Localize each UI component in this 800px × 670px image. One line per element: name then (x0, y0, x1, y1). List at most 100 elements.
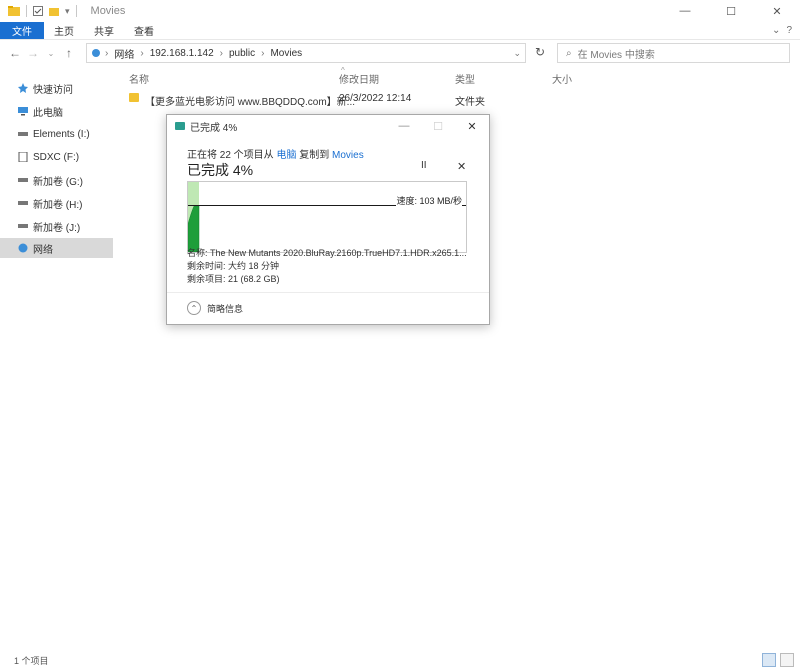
file-row[interactable]: 【更多蓝光电影访问 www.BBQDDQ.com】新... 26/3/2022 … (113, 88, 800, 108)
breadcrumb-host[interactable]: 192.168.1.142 (150, 48, 214, 59)
name-label: 名称: (187, 248, 208, 258)
sidebar-item-label: SDXC (F:) (33, 151, 80, 163)
window-controls: — ☐ ✕ (662, 0, 800, 22)
new-folder-icon[interactable] (49, 6, 59, 16)
item-count: 1 个项目 (14, 655, 49, 666)
divider (26, 5, 27, 17)
name-value: The New Mutants 2020.BluRay.2160p.TrueHD… (210, 248, 467, 258)
time-remaining-info: 剩余时间: 大约 18 分钟 (187, 259, 279, 272)
transfer-speed-graph: 速度: 103 MB/秒 (187, 181, 467, 253)
sidebar-item-quick-access[interactable]: 快速访问 (0, 78, 113, 98)
back-icon[interactable]: ← (6, 46, 24, 60)
sidebar-item-drive-j[interactable]: 新加卷 (J:) (0, 216, 113, 236)
progress-status: 已完成 4% (187, 162, 254, 178)
chevron-right-icon: › (140, 47, 144, 59)
chevron-right-icon: › (105, 47, 109, 59)
items-label: 剩余项目: (187, 274, 226, 284)
sidebar-item-this-pc[interactable]: 此电脑 (0, 101, 113, 121)
title-bar: ▾ Movies — ☐ ✕ (0, 0, 800, 22)
refresh-icon[interactable]: ↻ (532, 45, 548, 61)
copy-line-mid: 复制到 (299, 150, 330, 161)
sidebar-item-network[interactable]: 网络 (0, 238, 113, 258)
ribbon-tabs: 文件 主页 共享 查看 ⌄ ? (0, 22, 800, 40)
breadcrumb-network[interactable]: 网络 (114, 46, 134, 61)
folder-icon (129, 93, 139, 102)
less-details-button[interactable]: ⌃ 简略信息 (187, 301, 243, 315)
view-buttons (762, 653, 794, 667)
sidebar-item-sdxc[interactable]: SDXC (F:) (0, 147, 113, 167)
sidebar-item-drive-h[interactable]: 新加卷 (H:) (0, 193, 113, 213)
file-name: 【更多蓝光电影访问 www.BBQDDQ.com】新... (145, 97, 356, 108)
sidebar-item-label: 快速访问 (33, 84, 73, 96)
items-value: 21 (68.2 GB) (228, 274, 280, 284)
breadcrumb-movies[interactable]: Movies (270, 48, 302, 59)
time-label: 剩余时间: (187, 261, 226, 271)
column-type[interactable]: 类型 (455, 71, 475, 86)
speed-curve (188, 205, 200, 252)
dialog-title: 已完成 4% (190, 122, 238, 134)
chevron-right-icon: › (261, 47, 265, 59)
forward-icon[interactable]: → (24, 46, 42, 60)
column-modified[interactable]: 修改日期 (339, 71, 379, 86)
expand-ribbon-icon[interactable]: ⌄ (772, 25, 780, 36)
address-bar[interactable]: › 网络 › 192.168.1.142 › public › Movies ⌄ (86, 43, 526, 63)
column-headers: ^ 名称 修改日期 类型 大小 (113, 66, 800, 86)
column-size[interactable]: 大小 (552, 71, 572, 86)
help-icon[interactable]: ? (786, 25, 792, 36)
copy-description: 正在将 22 个项目从 电脑 复制到 Movies (187, 146, 364, 161)
tab-file[interactable]: 文件 (0, 22, 44, 39)
maximize-button[interactable]: ☐ (708, 0, 754, 22)
window-title: Movies (90, 5, 126, 17)
dialog-maximize-button[interactable]: ☐ (421, 115, 455, 137)
file-type: 文件夹 (455, 97, 485, 108)
sidebar-item-label: Elements (I:) (33, 128, 90, 140)
details-label: 简略信息 (207, 303, 244, 314)
status-bar: 1 个项目 (0, 650, 800, 670)
dialog-controls: — ☐ ✕ (387, 115, 489, 137)
tab-home[interactable]: 主页 (44, 22, 84, 39)
drive-icon (18, 201, 28, 205)
time-value: 大约 18 分钟 (228, 261, 280, 271)
quick-access-dropdown-icon[interactable]: ▾ (65, 6, 70, 17)
star-icon (18, 83, 28, 93)
pause-button[interactable]: II (421, 160, 427, 171)
divider (75, 5, 77, 17)
cancel-copy-button[interactable]: ✕ (457, 160, 466, 173)
file-modified: 26/3/2022 12:14 (339, 93, 412, 104)
sidebar-item-elements[interactable]: Elements (I:) (0, 124, 113, 144)
sidebar-item-label: 新加卷 (J:) (33, 222, 81, 234)
copy-destination-link[interactable]: Movies (332, 150, 364, 161)
dialog-close-button[interactable]: ✕ (455, 115, 489, 137)
large-icons-view-icon[interactable] (780, 653, 794, 667)
details-view-icon[interactable] (762, 653, 776, 667)
sidebar-item-drive-g[interactable]: 新加卷 (G:) (0, 170, 113, 190)
copy-progress-dialog: 已完成 4% — ☐ ✕ 正在将 22 个项目从 电脑 复制到 Movies 已… (166, 114, 490, 325)
tab-share[interactable]: 共享 (84, 22, 124, 39)
recent-locations-icon[interactable]: ⌄ (42, 49, 60, 58)
network-icon (18, 243, 28, 253)
search-input[interactable]: ⌕ 在 Movies 中搜索 (557, 43, 790, 63)
sd-icon (18, 152, 28, 162)
column-name[interactable]: 名称 (129, 71, 149, 86)
breadcrumb-public[interactable]: public (229, 48, 255, 59)
pc-icon (18, 107, 28, 116)
drive-icon (18, 224, 28, 228)
dialog-minimize-button[interactable]: — (387, 115, 421, 137)
sidebar-item-label: 此电脑 (33, 107, 63, 119)
divider (167, 292, 489, 293)
copy-icon (175, 122, 185, 130)
ribbon-right: ⌄ ? (772, 25, 792, 36)
minimize-button[interactable]: — (662, 0, 708, 22)
network-icon (92, 49, 100, 57)
current-file-info: 名称: The New Mutants 2020.BluRay.2160p.Tr… (187, 246, 467, 259)
properties-icon[interactable] (33, 6, 43, 16)
up-icon[interactable]: ↑ (60, 46, 78, 60)
navigation-pane: 快速访问 此电脑 Elements (I:) SDXC (F:) 新加卷 (G:… (0, 66, 113, 650)
tab-view[interactable]: 查看 (124, 22, 164, 39)
copy-source-link[interactable]: 电脑 (276, 150, 296, 161)
drive-icon (18, 178, 28, 182)
speed-label: 速度: 103 MB/秒 (396, 194, 462, 207)
sidebar-item-label: 网络 (33, 244, 53, 256)
close-button[interactable]: ✕ (754, 0, 800, 22)
chevron-down-icon[interactable]: ⌄ (513, 48, 521, 59)
